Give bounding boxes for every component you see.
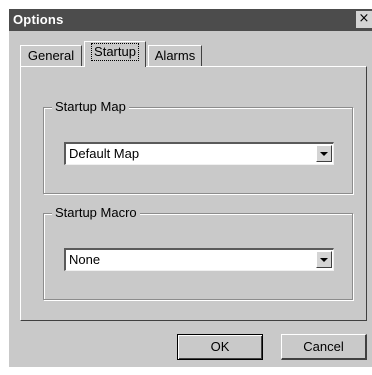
close-icon[interactable]: × [356,11,372,28]
tab-startup-label: Startup [91,43,139,61]
startup-macro-select[interactable]: None [64,248,334,271]
tab-startup[interactable]: Startup [84,41,146,67]
ok-button[interactable]: OK [177,334,263,360]
dropdown-arrow-icon[interactable] [316,251,332,268]
startup-macro-value: None [69,252,101,267]
tab-general-label: General [27,48,75,63]
dialog-title: Options [13,12,64,27]
tab-general[interactable]: General [20,45,82,66]
title-bar[interactable]: Options × [9,9,372,31]
startup-map-group: Startup Map Default Map [43,99,353,194]
dropdown-arrow-icon[interactable] [316,145,332,162]
tab-alarms-label: Alarms [154,48,196,63]
startup-map-value: Default Map [69,146,140,161]
cancel-button[interactable]: Cancel [281,334,367,360]
startup-map-legend: Startup Map [52,99,129,115]
startup-macro-legend: Startup Macro [52,205,140,221]
options-dialog: Options × General Startup Alarms Startup… [9,9,372,367]
tab-alarms[interactable]: Alarms [148,45,202,66]
startup-macro-group: Startup Macro None [43,205,353,300]
startup-map-select[interactable]: Default Map [64,142,334,165]
startup-tab-panel: Startup Map Default Map Startup Macro No… [20,66,367,321]
